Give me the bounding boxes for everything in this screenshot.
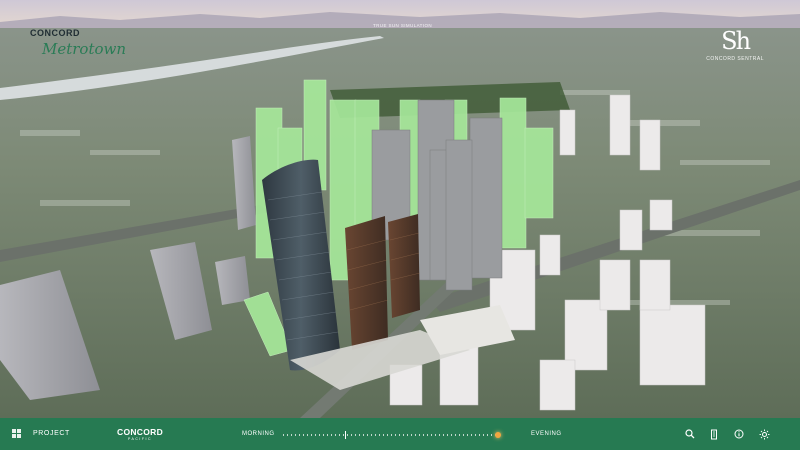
time-of-day-slider[interactable] — [283, 431, 509, 439]
sentral-wordmark: CONCORD SENTRAL — [706, 56, 764, 62]
project-button[interactable]: PROJECT — [33, 430, 70, 437]
slider-thumb[interactable] — [495, 432, 502, 438]
sun-icon[interactable] — [758, 428, 770, 440]
concord-pacific-logo: CONCORD PACIFIC — [117, 427, 163, 441]
concord-metrotown-logo: CONCORD Metrotown — [30, 28, 126, 58]
metrotown-wordmark: Metrotown — [42, 40, 127, 58]
bottom-toolbar: PROJECT CONCORD PACIFIC MORNING EVENING — [0, 418, 800, 450]
scene-label: TRUE SUN SIMULATION — [373, 23, 433, 28]
slider-noon-marker — [345, 431, 346, 439]
city-render-view[interactable]: CONCORD Metrotown TRUE SUN SIMULATION Sh… — [0, 0, 800, 418]
info-icon[interactable] — [733, 428, 745, 440]
pacific-wordmark: PACIFIC — [127, 437, 153, 441]
morning-label: MORNING — [242, 431, 275, 437]
building-icon[interactable] — [708, 428, 720, 440]
sentral-monogram: Sh — [721, 27, 751, 55]
concord-pacific-wordmark: CONCORD — [117, 427, 164, 437]
slider-track — [283, 434, 501, 436]
city-render — [0, 0, 800, 418]
search-icon[interactable] — [684, 428, 696, 440]
menu-grid-icon[interactable] — [12, 429, 22, 439]
concord-wordmark: CONCORD — [30, 28, 80, 38]
evening-label: EVENING — [531, 431, 562, 437]
concord-sentral-logo: Sh CONCORD SENTRAL — [706, 27, 764, 62]
